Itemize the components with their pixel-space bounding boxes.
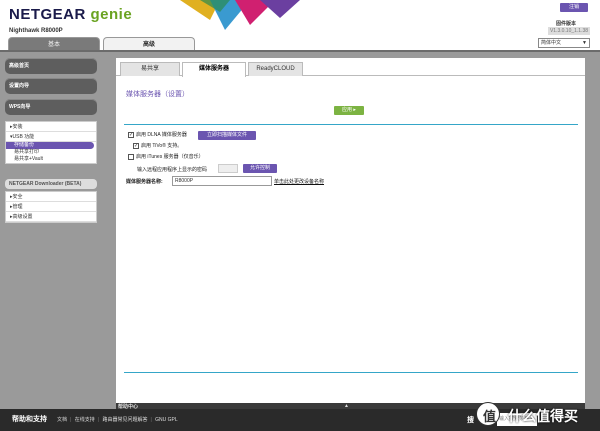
- sidebar-item-advanced-setup[interactable]: ▸高级设置: [6, 212, 96, 222]
- tab-media-server[interactable]: 媒体服务器: [182, 62, 246, 77]
- language-value: 简体中文: [541, 40, 562, 46]
- help-title: 帮助和支持: [12, 416, 47, 423]
- watermark-badge: 值: [476, 402, 500, 426]
- firmware-version: V1.3.0.10_1.1.38: [548, 27, 590, 35]
- link-docs[interactable]: 文档: [57, 417, 67, 423]
- divider-bottom: [124, 372, 578, 373]
- server-name-input[interactable]: R8000P: [172, 176, 272, 186]
- sidebar-menu-2: ▸安全 ▸管理 ▸高级设置: [5, 191, 97, 223]
- brand-netgear: NETGEAR: [9, 6, 86, 23]
- router-model: Nighthawk R8000P: [9, 28, 63, 34]
- sidebar-item-security[interactable]: ▸安全: [6, 192, 96, 202]
- search-label: 搜: [467, 417, 474, 424]
- sidebar-advanced-home[interactable]: 高级首页: [5, 58, 97, 74]
- watermark-badge-text: 值: [483, 409, 497, 424]
- brand-genie: genie: [90, 6, 133, 23]
- sidebar-item-usb[interactable]: ▾USB 功能: [6, 132, 96, 142]
- link-online-support[interactable]: 在线支持: [75, 417, 95, 423]
- itunes-label: 启用 iTunes 服务器（仅音乐）: [136, 154, 204, 160]
- page-title: 媒体服务器（设置）: [126, 91, 189, 98]
- sidebar-wps-wizard[interactable]: WPS向导: [5, 99, 97, 115]
- tab-basic[interactable]: 基本: [8, 37, 100, 51]
- server-name-label: 媒体服务器名称:: [126, 179, 163, 185]
- tab-readyshare[interactable]: 易共享: [120, 62, 180, 76]
- sidebar-item-admin[interactable]: ▸管理: [6, 202, 96, 212]
- tab-readycloud[interactable]: ReadyCLOUD: [248, 62, 303, 76]
- allow-control-button[interactable]: 允许控制: [243, 164, 277, 173]
- link-faq[interactable]: 路由器常见问题解答: [102, 417, 147, 423]
- firmware-label: 固件版本: [556, 21, 577, 27]
- dlna-label: 启用 DLNA 媒体服务器: [136, 132, 187, 138]
- logout-button[interactable]: 注销: [560, 3, 588, 12]
- sidebar-sub-storage[interactable]: 存储备份: [6, 142, 94, 149]
- apply-button[interactable]: 应用 ▸: [334, 106, 364, 115]
- chevron-down-icon: ▼: [582, 40, 587, 46]
- netgear-genie-logo: NETGEAR genie: [9, 6, 132, 23]
- sidebar-item-setup[interactable]: ▸安装: [6, 122, 96, 132]
- divider-top: [124, 124, 578, 125]
- dlna-row: ✓ 启用 DLNA 媒体服务器: [128, 131, 187, 138]
- sidebar-sub-vault[interactable]: 易共享+Vault: [6, 156, 96, 163]
- itunes-checkbox[interactable]: [128, 153, 134, 160]
- help-links: 文档 | 在线支持 | 路由器常见问题解答 | GNU GPL: [57, 417, 178, 423]
- sidebar-sub-printer[interactable]: 易共享打印: [6, 149, 96, 156]
- dlna-checkbox[interactable]: ✓: [128, 131, 134, 138]
- sidebar-setup-wizard[interactable]: 设置向导: [5, 78, 97, 94]
- rescan-button[interactable]: 立即扫描媒体文件: [198, 131, 256, 140]
- watermark-text: 什么值得买: [508, 408, 578, 424]
- language-select[interactable]: 简体中文 ▼: [538, 38, 590, 48]
- sidebar-menu: ▸安装 ▾USB 功能 存储备份 易共享打印 易共享+Vault: [5, 121, 97, 164]
- content-panel: 易共享 媒体服务器 ReadyCLOUD 媒体服务器（设置） 应用 ▸ ✓ 启用 …: [116, 58, 585, 410]
- sidebar-downloader[interactable]: NETGEAR Downloader (BETA): [5, 179, 97, 189]
- itunes-row: 启用 iTunes 服务器（仅音乐）: [128, 153, 204, 160]
- passcode-field[interactable]: [218, 164, 238, 173]
- tivo-checkbox[interactable]: ✓: [133, 142, 139, 149]
- passcode-label: 输入远程应用程序上显示的密码: [137, 167, 208, 173]
- header-decoration: [180, 0, 300, 30]
- tivo-label: 启用 TiVo® 支持。: [141, 143, 183, 149]
- link-gpl[interactable]: GNU GPL: [155, 417, 178, 423]
- change-device-name-link[interactable]: 单击此处更改设备名称: [274, 178, 324, 185]
- tivo-row: ✓ 启用 TiVo® 支持。: [133, 142, 182, 149]
- tab-advanced[interactable]: 高级: [103, 37, 195, 51]
